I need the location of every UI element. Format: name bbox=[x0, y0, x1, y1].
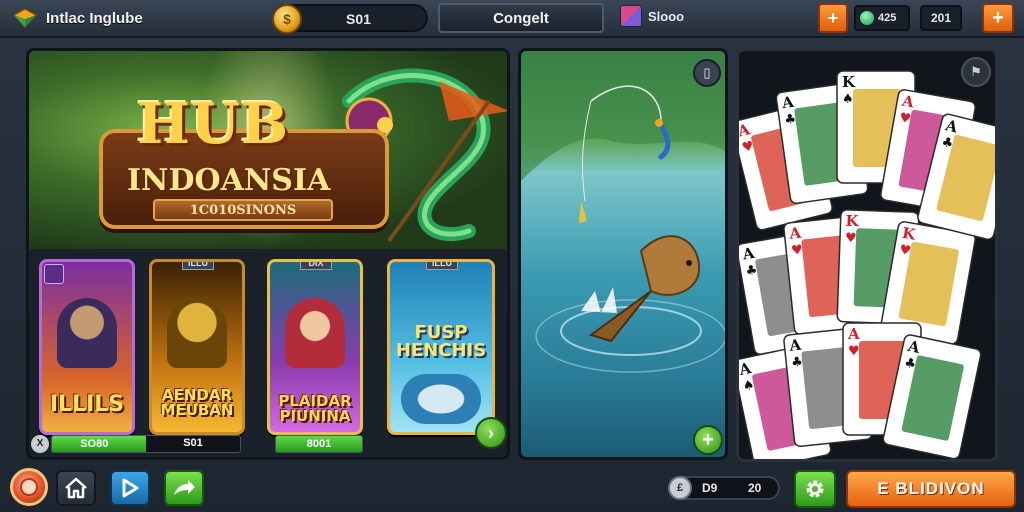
gem-value: 425 bbox=[878, 12, 897, 24]
gem-balance[interactable]: 425 bbox=[854, 5, 910, 31]
playing-cards: A♥A♣K♠ A♥A♣A♥K♥ K♥A♠A♣A♥ A♣A♣ bbox=[739, 70, 995, 459]
banner-title: HUB bbox=[137, 91, 290, 157]
game-badge: DIX bbox=[300, 262, 332, 270]
avatar-face bbox=[20, 478, 38, 496]
card-rank: K bbox=[842, 73, 856, 91]
game-badge: ILLU bbox=[182, 262, 214, 270]
avatar-icon[interactable] bbox=[10, 468, 48, 506]
card-suit-icon: ♥ bbox=[791, 243, 804, 259]
progress-overlay: S01 bbox=[145, 435, 241, 453]
game-title: AENDAR MEUBAN bbox=[160, 386, 234, 419]
bottom-bar: £ D9 20 E BLIDIVON bbox=[0, 466, 1024, 512]
progress-bar: 8001 bbox=[275, 435, 363, 453]
progress-text: SO80 bbox=[80, 438, 109, 450]
coin-icon: $ bbox=[272, 4, 302, 34]
coin-balance[interactable]: $ S01 bbox=[272, 4, 428, 34]
character-art bbox=[57, 298, 117, 368]
coin-value: S01 bbox=[346, 11, 371, 27]
game-list: ILLILS ILLU AENDAR MEUBAN DIX PLAIDAR PI… bbox=[39, 259, 499, 439]
brand-name: Intlac Inglube bbox=[46, 9, 143, 27]
settings-button[interactable] bbox=[794, 470, 836, 508]
home-button[interactable] bbox=[56, 470, 96, 506]
card-rank: A bbox=[847, 325, 860, 343]
game-card[interactable]: ILLU FUSP HENCHIS bbox=[387, 259, 495, 435]
card-corner-icon bbox=[44, 264, 64, 284]
character-art bbox=[285, 298, 345, 368]
fish-art bbox=[401, 374, 481, 424]
card-rank: A bbox=[788, 336, 803, 355]
balance-value-secondary: 20 bbox=[748, 481, 762, 495]
card-suit-icon: ♥ bbox=[845, 231, 857, 246]
progress-row: X SO80 S01 X 8001 › bbox=[29, 417, 507, 457]
game-title: PLAIDAR PIUNINA bbox=[278, 392, 352, 425]
flag-icon[interactable]: ⚑ bbox=[961, 57, 991, 87]
card-rank: K bbox=[845, 212, 860, 230]
progress-text: S01 bbox=[183, 437, 203, 449]
card-suit-icon: ♣ bbox=[783, 112, 797, 128]
card-suit-icon: ♣ bbox=[791, 355, 804, 371]
book-icon[interactable]: ▯ bbox=[693, 59, 721, 87]
play-icon bbox=[122, 478, 139, 498]
center-tab[interactable]: Congelt bbox=[438, 3, 604, 33]
game-title: FUSP HENCHIS bbox=[395, 322, 487, 361]
card-rank: A bbox=[788, 224, 803, 243]
gift-icon bbox=[620, 5, 642, 27]
game-card[interactable]: ILLU AENDAR MEUBAN bbox=[149, 259, 245, 435]
character-art bbox=[167, 298, 227, 368]
cards-panel[interactable]: A ♥ A ♣ K ♠ A ♥ A ♣ A ♥ K ♥ K ♥ A ♠ A ♣ A ♥ A ♣ A ♣ ⚑ bbox=[736, 48, 998, 462]
brand-icon bbox=[12, 8, 38, 29]
next-arrow-button[interactable]: › bbox=[475, 417, 507, 449]
add-button[interactable]: + bbox=[693, 425, 723, 455]
balance-pill[interactable]: £ D9 20 bbox=[668, 476, 780, 500]
share-icon bbox=[174, 480, 195, 495]
brand[interactable]: Intlac Inglube bbox=[12, 6, 143, 30]
home-icon bbox=[65, 477, 87, 499]
currency-icon: £ bbox=[668, 476, 692, 500]
top-bar: Intlac Inglube $ S01 Congelt Slooo + 425… bbox=[0, 0, 1024, 38]
level-badge: 201 bbox=[920, 5, 962, 31]
game-badge: ILLU bbox=[426, 262, 458, 270]
banner-subtitle: INDOANSIA bbox=[127, 163, 331, 198]
fishing-panel[interactable]: ▯ + bbox=[518, 48, 728, 460]
play-button[interactable] bbox=[110, 470, 150, 506]
game-card[interactable]: ILLILS bbox=[39, 259, 135, 435]
featured-panel: HUB INDOANSIA 1C010SINONS ILLILS ILLU AE… bbox=[26, 48, 510, 460]
add-coins-button[interactable]: + bbox=[818, 3, 848, 33]
gem-icon bbox=[860, 11, 874, 25]
gift-text: Slooo bbox=[648, 8, 685, 24]
banner-ribbon: 1C010SINONS bbox=[153, 199, 333, 221]
gift-area[interactable]: Slooo bbox=[620, 5, 684, 27]
close-icon[interactable]: X bbox=[31, 435, 49, 453]
add-gems-button[interactable]: + bbox=[982, 3, 1014, 33]
game-card[interactable]: DIX PLAIDAR PIUNINA bbox=[267, 259, 363, 435]
card-suit-icon: ♠ bbox=[842, 92, 854, 107]
cta-button[interactable]: E BLIDIVON bbox=[846, 470, 1016, 508]
progress-text: 8001 bbox=[306, 438, 332, 450]
card-suit-icon: ♥ bbox=[848, 344, 860, 359]
game-title: ILLILS bbox=[49, 392, 125, 417]
hero-banner[interactable]: HUB INDOANSIA 1C010SINONS bbox=[29, 51, 507, 249]
balance-value: D9 bbox=[702, 481, 718, 495]
share-button[interactable] bbox=[164, 470, 204, 506]
gear-icon bbox=[806, 480, 824, 498]
fishing-scene bbox=[521, 51, 725, 373]
